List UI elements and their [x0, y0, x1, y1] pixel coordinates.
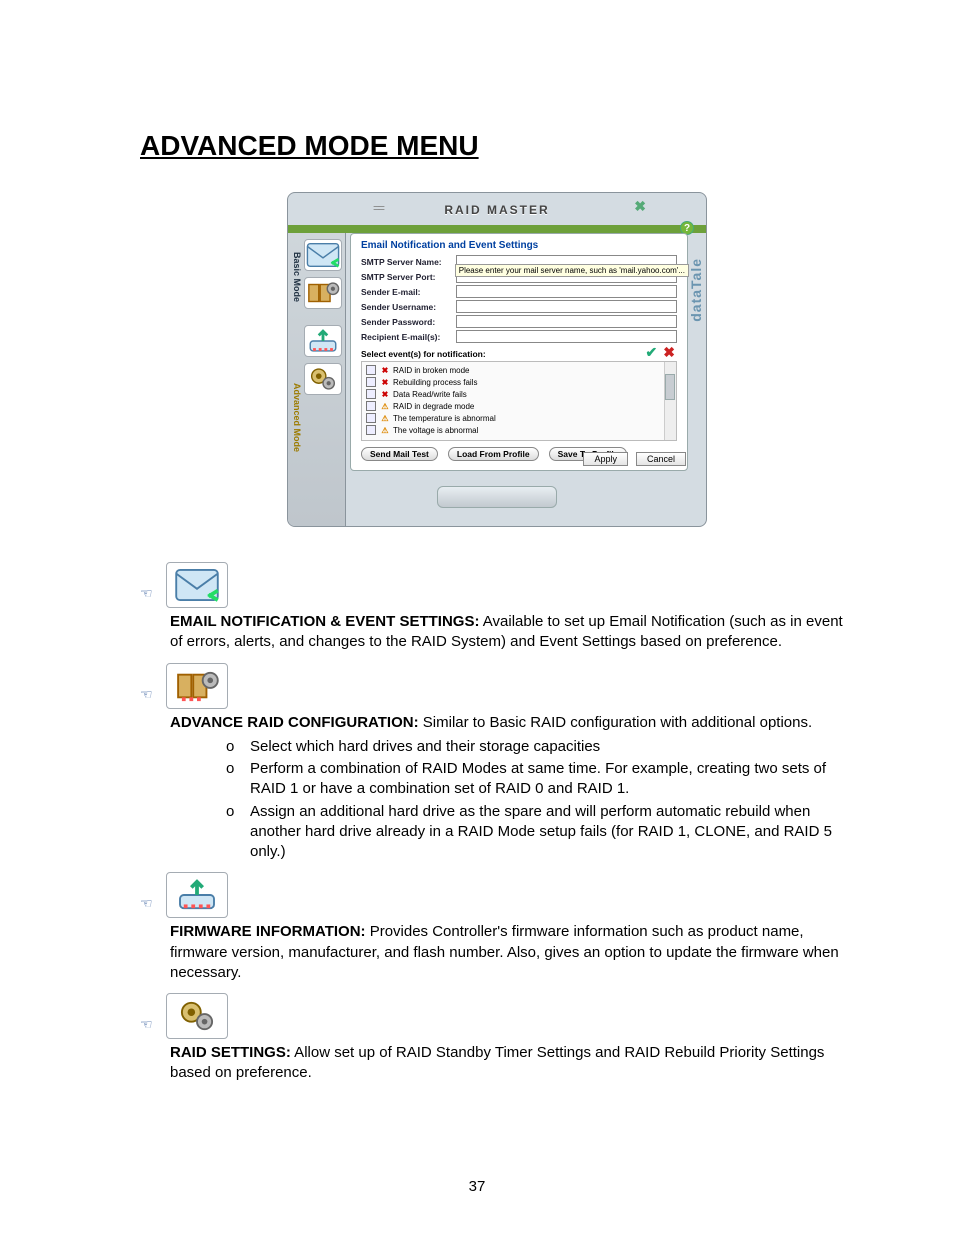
cancel-button[interactable]: Cancel	[636, 452, 686, 466]
event-severity-icon: ⚠	[380, 426, 390, 435]
event-label: Data Read/write fails	[393, 390, 467, 399]
sidebar-item-settings[interactable]	[304, 363, 342, 395]
email-icon	[166, 562, 228, 608]
checkbox[interactable]	[366, 389, 376, 399]
page-title: ADVANCED MODE MENU	[140, 130, 854, 162]
clear-all-icon[interactable]: ✖	[663, 344, 675, 361]
input-recipient[interactable]	[456, 330, 677, 343]
label-sender-pass: Sender Password:	[361, 317, 456, 327]
events-list: ✖RAID in broken mode✖Rebuilding process …	[361, 361, 677, 441]
event-label: The voltage is abnormal	[393, 426, 478, 435]
sidebar-label-basic[interactable]: Basic Mode	[288, 243, 302, 311]
event-severity-icon: ⚠	[380, 402, 390, 411]
events-section-label: Select event(s) for notification:	[361, 349, 677, 359]
event-row[interactable]: ⚠The voltage is abnormal	[366, 424, 672, 436]
adv-raid-body: Similar to Basic RAID configuration with…	[419, 714, 813, 731]
sidebar-item-email[interactable]	[304, 239, 342, 271]
label-server-port: SMTP Server Port:	[361, 272, 456, 282]
fw-heading: FIRMWARE INFORMATION:	[170, 923, 366, 940]
page-number: 37	[0, 1178, 954, 1195]
apply-button[interactable]: Apply	[583, 452, 628, 466]
label-sender-user: Sender Username:	[361, 302, 456, 312]
sidebar-item-firmware[interactable]	[304, 325, 342, 357]
document-body: ☜ EMAIL NOTIFICATION & EVENT SETTINGS: A…	[140, 562, 854, 1084]
event-row[interactable]: ✖RAID in broken mode	[366, 364, 672, 376]
event-severity-icon: ✖	[380, 390, 390, 399]
settings-panel: Email Notification and Event Settings SM…	[350, 233, 688, 471]
input-sender-email[interactable]	[456, 285, 677, 298]
event-severity-icon: ✖	[380, 378, 390, 387]
firmware-icon	[166, 872, 228, 918]
raid-config-icon	[166, 663, 228, 709]
bullet-hand-icon: ☜	[140, 894, 162, 913]
label-server-name: SMTP Server Name:	[361, 257, 456, 267]
event-label: RAID in broken mode	[393, 366, 469, 375]
bullet-hand-icon: ☜	[140, 1015, 162, 1034]
checkbox[interactable]	[366, 413, 376, 423]
sidebar-item-raid-config[interactable]	[304, 277, 342, 309]
tooltip-server-hint: Please enter your mail server name, such…	[455, 264, 689, 277]
email-heading: EMAIL NOTIFICATION & EVENT SETTINGS:	[170, 613, 479, 630]
raid-master-window: == ✖ RAID MASTER ? dataTale Basic Mode A…	[287, 192, 707, 527]
scrollbar[interactable]	[664, 362, 676, 440]
raid-set-heading: RAID SETTINGS:	[170, 1044, 291, 1061]
checkbox[interactable]	[366, 365, 376, 375]
event-row[interactable]: ✖Data Read/write fails	[366, 388, 672, 400]
load-from-profile-button[interactable]: Load From Profile	[448, 447, 539, 461]
bullet-hand-icon: ☜	[140, 584, 162, 603]
list-item: Assign an additional hard drive as the s…	[226, 802, 854, 863]
event-row[interactable]: ⚠The temperature is abnormal	[366, 412, 672, 424]
event-label: The temperature is abnormal	[393, 414, 496, 423]
sidebar-label-advanced[interactable]: Advanced Mode	[288, 368, 302, 468]
brand-label: dataTale	[688, 258, 704, 322]
raid-settings-icon	[166, 993, 228, 1039]
checkbox[interactable]	[366, 377, 376, 387]
label-sender-email: Sender E-mail:	[361, 287, 456, 297]
event-label: Rebuilding process fails	[393, 378, 478, 387]
select-all-icon[interactable]: ✔	[646, 344, 658, 361]
list-item: Select which hard drives and their stora…	[226, 737, 854, 757]
event-row[interactable]: ✖Rebuilding process fails	[366, 376, 672, 388]
list-item: Perform a combination of RAID Modes at s…	[226, 759, 854, 800]
input-sender-user[interactable]	[456, 300, 677, 313]
send-mail-test-button[interactable]: Send Mail Test	[361, 447, 438, 461]
input-sender-pass[interactable]	[456, 315, 677, 328]
bullet-hand-icon: ☜	[140, 685, 162, 704]
event-row[interactable]: ⚠RAID in degrade mode	[366, 400, 672, 412]
adv-raid-heading: ADVANCE RAID CONFIGURATION:	[170, 714, 419, 731]
adv-raid-sublist: Select which hard drives and their stora…	[226, 737, 854, 863]
checkbox[interactable]	[366, 425, 376, 435]
event-label: RAID in degrade mode	[393, 402, 474, 411]
event-severity-icon: ✖	[380, 366, 390, 375]
bottom-handle[interactable]	[437, 486, 557, 508]
app-title: RAID MASTER	[288, 203, 706, 217]
checkbox[interactable]	[366, 401, 376, 411]
panel-title: Email Notification and Event Settings	[361, 240, 677, 251]
event-severity-icon: ⚠	[380, 414, 390, 423]
label-recipient: Recipient E-mail(s):	[361, 332, 456, 342]
